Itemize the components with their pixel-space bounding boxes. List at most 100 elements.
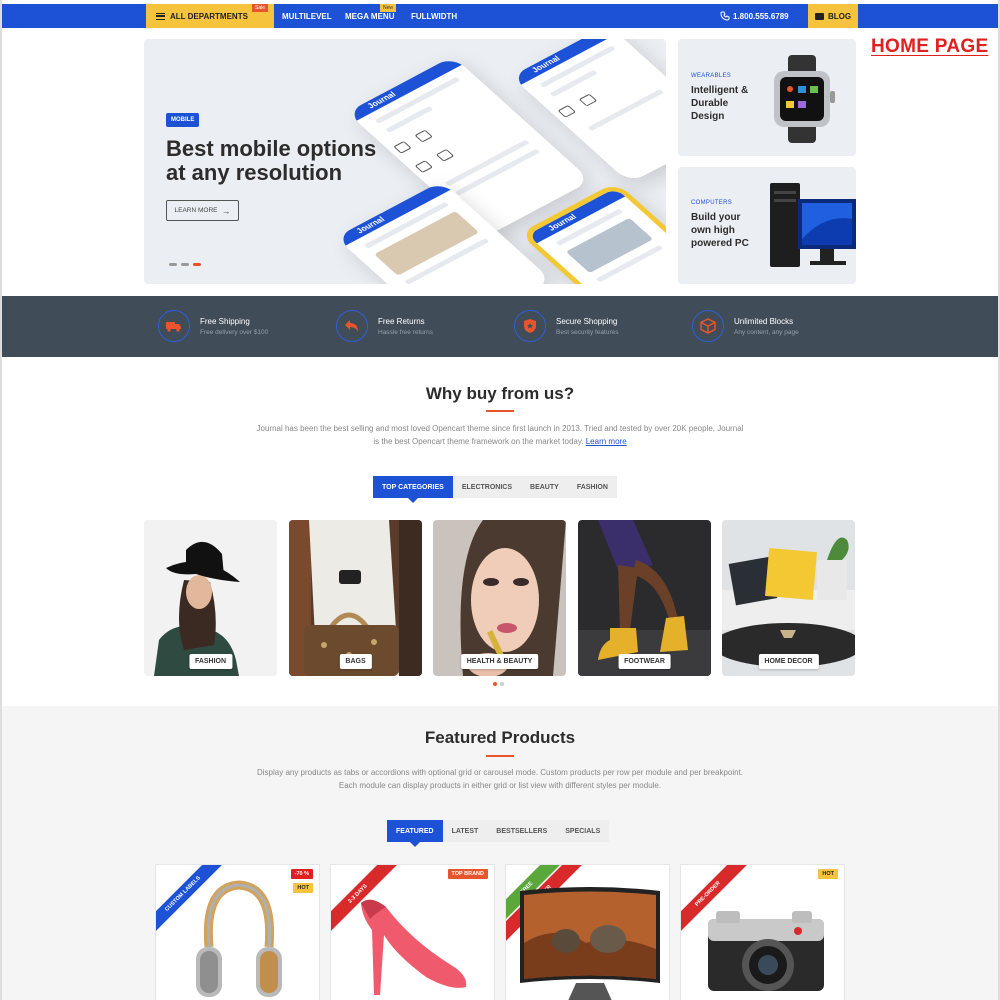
featured-desc-line1: Display any products as tabs or accordio… xyxy=(256,768,744,777)
blog-label: BLOG xyxy=(827,11,852,21)
feature-free-returns: Free Returns Hassle free returns xyxy=(336,310,433,342)
high-heel-shoe-icon xyxy=(361,899,467,995)
feature-subtitle: Best security features xyxy=(556,328,619,336)
bags-photo xyxy=(289,520,422,676)
why-desc-line1: Journal has been the best selling and mo… xyxy=(256,424,744,433)
phone-number: 1.800.555.6789 xyxy=(733,11,789,21)
category-card-health-beauty[interactable]: HEALTH & BEAUTY xyxy=(433,520,566,676)
hero-title-line2: at any resolution xyxy=(166,160,343,185)
sale-badge: Sale xyxy=(252,4,269,12)
wearables-category: WEARABLES xyxy=(691,73,732,79)
return-arrow-icon xyxy=(336,310,368,342)
hero-title: Best mobile options at any resolution xyxy=(166,137,416,185)
wearables-banner[interactable]: WEARABLES Intelligent & Durable Design xyxy=(678,39,856,156)
hero-slider[interactable]: MOBILE Best mobile options at any resolu… xyxy=(144,39,666,284)
feature-unlimited-blocks: Unlimited Blocks Any content, any page xyxy=(692,310,799,342)
desktop-pc-icon xyxy=(770,183,856,267)
truck-icon xyxy=(158,310,190,342)
tab-specials[interactable]: SPECIALS xyxy=(556,820,609,842)
all-departments-label: ALL DEPARTMENTS xyxy=(170,11,248,21)
computers-banner[interactable]: COMPUTERS Build your own high powered PC xyxy=(678,167,856,284)
phone-link[interactable]: 1.800.555.6789 xyxy=(720,4,789,28)
slider-dots xyxy=(169,263,201,266)
camera-icon xyxy=(708,911,824,991)
product-card[interactable]: 2-3 DAYS TOP BRAND xyxy=(330,864,495,1000)
title-underline xyxy=(486,410,514,412)
arrow-right-icon: → xyxy=(221,205,231,216)
headphones-icon xyxy=(196,880,282,997)
tab-electronics[interactable]: ELECTRONICS xyxy=(453,476,521,498)
featured-description: Display any products as tabs or accordio… xyxy=(225,766,775,792)
category-tabs: TOP CATEGORIES ELECTRONICS BEAUTY FASHIO… xyxy=(373,476,617,503)
category-card-home-decor[interactable]: HOME DECOR xyxy=(722,520,855,676)
hero-tag: MOBILE xyxy=(166,113,200,127)
wearables-text: Intelligent & Durable Design xyxy=(691,85,749,122)
category-card-fashion[interactable]: FASHION xyxy=(144,520,277,676)
hot-badge: HOT xyxy=(293,883,313,893)
category-card-footwear[interactable]: FOOTWEAR xyxy=(578,520,711,676)
tab-featured[interactable]: FEATURED xyxy=(387,820,443,847)
carousel-dot[interactable] xyxy=(500,682,504,686)
top-navigation-bar: ALL DEPARTMENTS Sale MULTILEVEL MEGA MEN… xyxy=(2,4,998,28)
why-desc-line2: is the best Opencart theme framework on … xyxy=(373,437,584,446)
slider-dot[interactable] xyxy=(169,263,177,266)
slider-dot[interactable] xyxy=(181,263,189,266)
featured-section-background xyxy=(2,706,998,1000)
computers-text: Build your own high powered PC xyxy=(691,212,749,249)
carousel-dots xyxy=(493,682,504,686)
nav-multilevel[interactable]: MULTILEVEL xyxy=(282,4,332,28)
phone-icon xyxy=(720,11,730,21)
product-card[interactable]: CUSTOM LABELS -70 % HOT xyxy=(155,864,320,1000)
tab-latest[interactable]: LATEST xyxy=(443,820,488,842)
category-label: BAGS xyxy=(339,654,372,669)
product-card[interactable]: FREE PRE-ORDER xyxy=(505,864,670,1000)
top-brand-badge: TOP BRAND xyxy=(447,869,488,879)
why-buy-description: Journal has been the best selling and mo… xyxy=(225,422,775,448)
learn-more-label: LEARN MORE xyxy=(174,207,218,214)
category-card-bags[interactable]: BAGS xyxy=(289,520,422,676)
smartwatch-icon xyxy=(774,55,835,143)
category-label: HEALTH & BEAUTY xyxy=(460,654,539,669)
feature-subtitle: Any content, any page xyxy=(734,328,799,336)
product-card[interactable]: PRE-ORDER HOT xyxy=(680,864,845,1000)
feature-title: Free Shipping xyxy=(200,316,250,326)
curved-tv-icon xyxy=(520,887,660,1000)
title-underline xyxy=(486,755,514,757)
cube-icon xyxy=(692,310,724,342)
featured-products-title: Featured Products xyxy=(424,728,576,747)
category-label: FOOTWEAR xyxy=(618,654,671,669)
category-label: HOME DECOR xyxy=(758,654,819,669)
new-badge: New xyxy=(380,4,397,12)
nav-fullwidth[interactable]: FULLWIDTH xyxy=(411,4,457,28)
tab-fashion[interactable]: FASHION xyxy=(568,476,617,498)
footwear-photo xyxy=(578,520,711,676)
fashion-photo xyxy=(144,520,277,676)
page-label: HOME PAGE xyxy=(871,36,989,57)
tab-beauty[interactable]: BEAUTY xyxy=(521,476,568,498)
category-label: FASHION xyxy=(188,654,233,669)
feature-subtitle: Hassle free returns xyxy=(378,328,433,336)
computers-category: COMPUTERS xyxy=(691,200,733,206)
menu-icon xyxy=(156,12,165,20)
blog-icon xyxy=(814,12,824,20)
feature-free-shipping: Free Shipping Free delivery over $100 xyxy=(158,310,268,342)
hot-badge: HOT xyxy=(818,869,838,879)
feature-title: Free Returns xyxy=(378,316,425,326)
feature-title: Secure Shopping xyxy=(556,316,618,326)
feature-title: Unlimited Blocks xyxy=(734,316,794,326)
health-beauty-photo xyxy=(433,520,566,676)
slider-dot-active[interactable] xyxy=(193,263,201,266)
carousel-dot-active[interactable] xyxy=(493,682,497,686)
product-tabs: FEATURED LATEST BESTSELLERS SPECIALS xyxy=(387,820,610,847)
blog-button[interactable]: BLOG xyxy=(808,4,858,28)
tab-bestsellers[interactable]: BESTSELLERS xyxy=(487,820,556,842)
tab-top-categories[interactable]: TOP CATEGORIES xyxy=(373,476,453,503)
feature-secure-shopping: Secure Shopping Best security features xyxy=(514,310,619,342)
feature-subtitle: Free delivery over $100 xyxy=(200,328,269,336)
discount-badge: -70 % xyxy=(290,869,313,879)
shield-icon xyxy=(514,310,546,342)
features-strip: Free Shipping Free delivery over $100 Fre… xyxy=(2,296,998,357)
home-decor-photo xyxy=(722,520,855,676)
learn-more-link[interactable]: Learn more xyxy=(586,437,627,446)
learn-more-button[interactable]: LEARN MORE → xyxy=(166,200,239,221)
